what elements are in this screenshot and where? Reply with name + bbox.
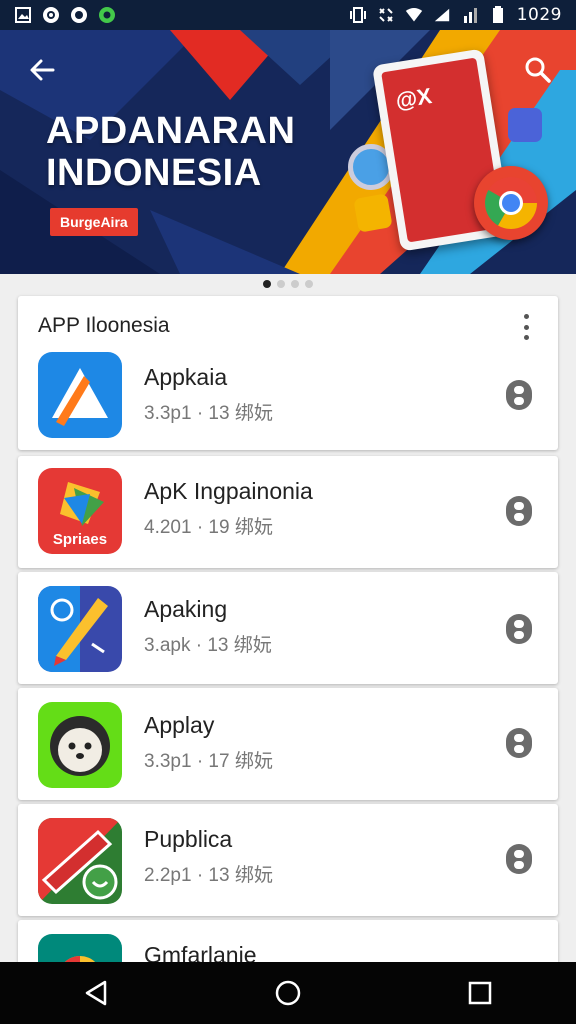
app-name: Applay (144, 712, 215, 738)
list-item[interactable]: Pupblica 2.2p1 · 13 绑妧 (18, 804, 558, 916)
pager-dot[interactable] (263, 280, 271, 288)
sprite-app-icon-text: Spriaes (53, 531, 107, 548)
list-item[interactable]: APP Iloonesia Appkaia 3.3p1 · 13 绑妧 (18, 296, 558, 450)
install-button[interactable] (506, 380, 532, 410)
banner-title-line2: INDONESIA (46, 152, 262, 194)
app-meta: 3.apk · 13 绑妧 (144, 635, 272, 656)
signal-icon (433, 6, 451, 24)
app-meta: 3.3p1 · 13 绑妧 (144, 403, 273, 424)
recents-icon (468, 981, 492, 1005)
install-button[interactable] (506, 614, 532, 644)
install-button[interactable] (506, 844, 532, 874)
banner-title: APDANARAN INDONESIA (46, 110, 295, 194)
search-button[interactable] (518, 50, 558, 90)
list-item[interactable]: Applay 3.3p1 · 17 绑妧 (18, 688, 558, 800)
app-name: Pupblica (144, 826, 233, 852)
install-button[interactable] (506, 496, 532, 526)
pager-dot[interactable] (305, 280, 313, 288)
app-meta: 2.2p1 · 13 绑妧 (144, 865, 273, 886)
phone-logo: @X (393, 83, 434, 114)
banner-pager (0, 280, 576, 288)
install-button[interactable] (506, 728, 532, 758)
eye-icon (42, 6, 60, 24)
home-icon (275, 980, 301, 1006)
list-item[interactable]: Spriaes ApK Ingpainonia 4.201 · 19 绑妧 (18, 456, 558, 568)
pen-app-icon (38, 586, 122, 672)
more-options-button[interactable] (514, 312, 538, 342)
status-time: 1029 (516, 5, 562, 25)
notification-icon (98, 6, 116, 24)
wifi-icon (405, 6, 423, 24)
signal-icon (461, 6, 479, 24)
pencil-app-icon (38, 818, 122, 904)
app-name: Apaking (144, 596, 228, 622)
navigation-bar (0, 962, 576, 1024)
pager-dot[interactable] (291, 280, 299, 288)
android-app-icon (38, 702, 122, 788)
store-icon (508, 108, 542, 142)
list-item[interactable]: Apaking 3.apk · 13 绑妧 (18, 572, 558, 684)
nav-recents-button[interactable] (450, 968, 510, 1018)
triangle-app-icon (38, 352, 122, 438)
app-meta: 4.201 · 19 绑妧 (144, 517, 273, 538)
promo-banner[interactable]: APDANARAN INDONESIA BurgeAira @X (0, 30, 576, 274)
nav-back-button[interactable] (66, 968, 126, 1018)
back-button[interactable] (22, 50, 62, 90)
chrome-icon (474, 166, 548, 240)
play-icon (353, 193, 393, 233)
sprite-app-icon: Spriaes (38, 468, 122, 554)
eye-icon (70, 6, 88, 24)
back-icon (85, 980, 107, 1006)
data-icon (377, 6, 395, 24)
nav-home-button[interactable] (258, 968, 318, 1018)
arrow-left-icon (30, 59, 55, 81)
app-name: Appkaia (144, 364, 228, 390)
search-icon (525, 57, 551, 83)
banner-cta-button[interactable]: BurgeAira (50, 208, 138, 236)
pager-dot[interactable] (277, 280, 285, 288)
app-name: ApK Ingpainonia (144, 478, 313, 504)
status-bar: 1029 (0, 0, 576, 30)
app-meta: 3.3p1 · 17 绑妧 (144, 751, 273, 772)
banner-title-line1: APDANARAN (46, 110, 296, 152)
vibrate-icon (349, 6, 367, 24)
battery-icon (489, 6, 507, 24)
gallery-icon (14, 6, 32, 24)
section-header: APP Iloonesia (38, 314, 170, 337)
